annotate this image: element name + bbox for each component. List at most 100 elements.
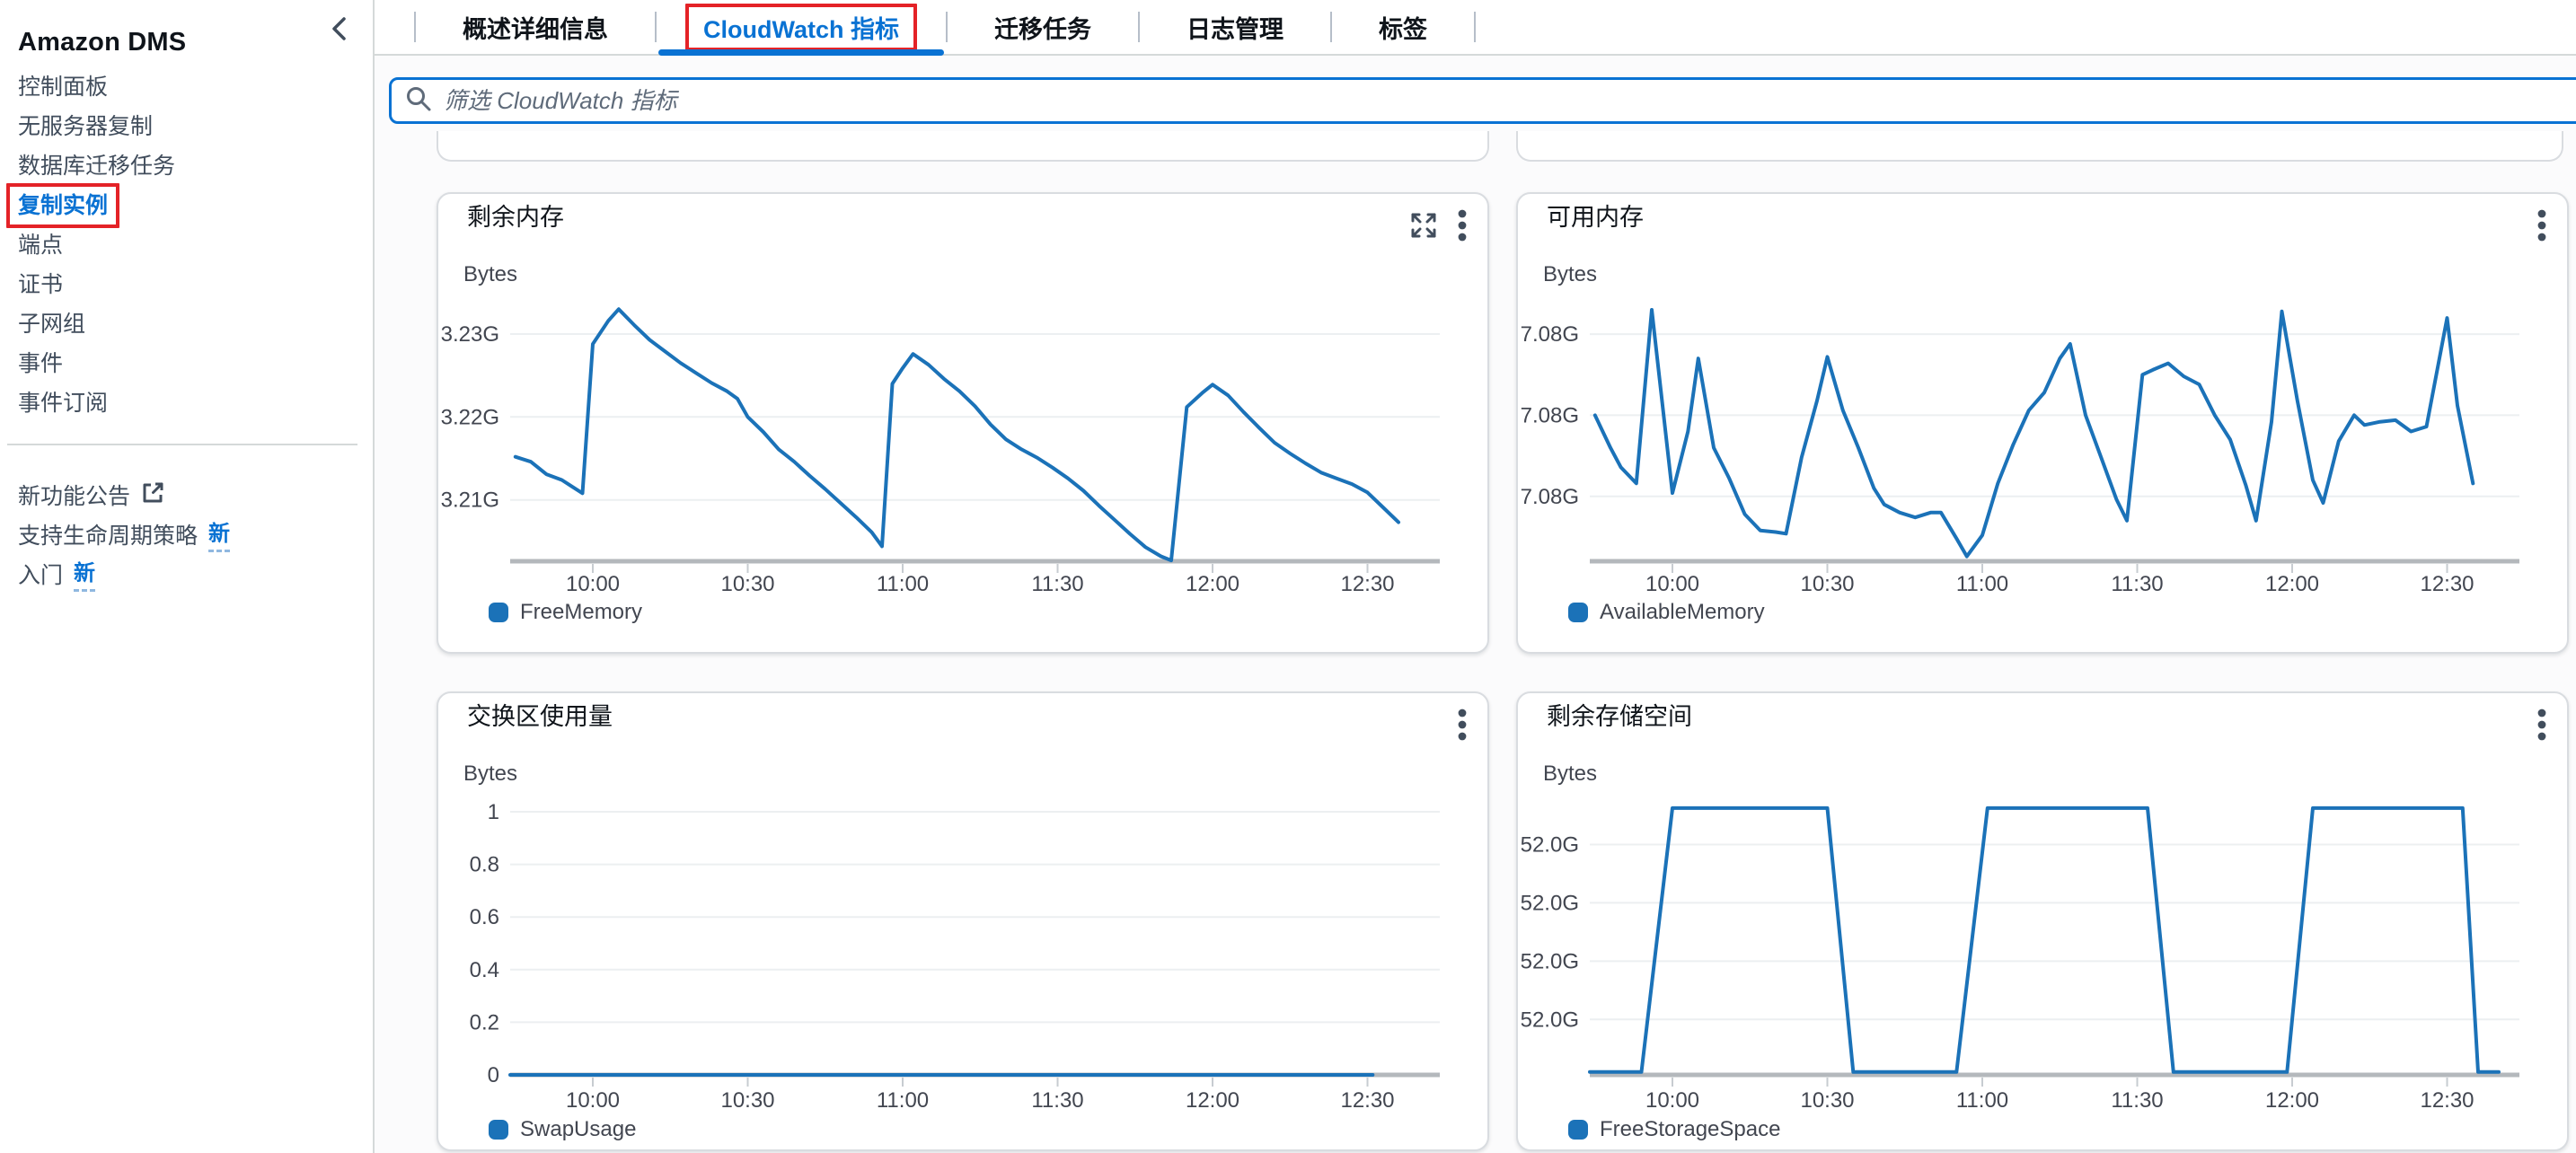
- card-menu-button[interactable]: [2536, 708, 2547, 744]
- y-tick-label: 52.0G: [1521, 949, 1579, 973]
- annotation-box: 复制实例: [6, 183, 119, 228]
- y-tick-label: 3.21G: [441, 488, 499, 513]
- x-tick-label: 11:30: [1031, 1088, 1083, 1113]
- metrics-filter-search: [389, 77, 2576, 124]
- expand-icon: [1408, 210, 1439, 243]
- sidebar-item-label: 复制实例: [18, 193, 108, 218]
- legend-color-dot: [1568, 603, 1588, 622]
- main-content: 概述详细信息CloudWatch 指标迁移任务日志管理标签 剩余内存Bytes3…: [375, 0, 2576, 1153]
- y-tick-label: 3.22G: [441, 405, 499, 429]
- kebab-menu-icon: [1457, 208, 1468, 245]
- y-axis-unit-label: Bytes: [463, 761, 517, 786]
- footer-item-label: 入门: [18, 561, 63, 590]
- amazon-dms-cloudwatch-metrics-page: { "sidebar": { "title": "Amazon DMS", "i…: [0, 0, 2576, 1153]
- metric-card-swap-usage: 交换区使用量Bytes10.80.60.40.2010:0010:3011:00…: [437, 691, 1489, 1151]
- tab-label: 日志管理: [1187, 10, 1284, 45]
- card-menu-button[interactable]: [1457, 208, 1468, 245]
- x-tick-label: 10:00: [1645, 1088, 1699, 1113]
- sidebar-item-subnet-groups[interactable]: 子网组: [18, 310, 85, 339]
- y-tick-label: 0: [488, 1063, 499, 1087]
- y-tick-label: 0.4: [470, 958, 499, 982]
- annotation-box: CloudWatch 指标: [685, 4, 917, 51]
- x-tick-label: 10:30: [1800, 1088, 1854, 1113]
- y-axis-unit-label: Bytes: [463, 262, 517, 286]
- legend-FreeMemory[interactable]: FreeMemory: [489, 600, 642, 625]
- tab-label: 迁移任务: [994, 10, 1091, 45]
- card-actions: [2536, 208, 2547, 245]
- sidebar-item-endpoints[interactable]: 端点: [18, 231, 63, 260]
- sidebar-collapse-button[interactable]: [323, 14, 356, 43]
- sidebar-item-label: 无服务器复制: [18, 114, 153, 139]
- expand-chart-button[interactable]: [1408, 210, 1439, 243]
- legend-label: FreeMemory: [520, 600, 642, 625]
- tab-tags[interactable]: 标签: [1332, 0, 1474, 54]
- footer-item-label: 支持生命周期策略: [18, 522, 198, 550]
- x-tick-label: 12:00: [1186, 1088, 1239, 1113]
- new-badge[interactable]: 新: [208, 520, 230, 552]
- sidebar-item-dashboard[interactable]: 控制面板: [18, 73, 108, 101]
- sidebar-item-replication-instances[interactable]: 复制实例: [18, 191, 108, 220]
- series-line-FreeStorageSpace: [1590, 808, 2499, 1072]
- sidebar-item-events[interactable]: 事件: [18, 349, 63, 378]
- metric-card-free-storage-space: 剩余存储空间Bytes52.0G52.0G52.0G52.0G10:0010:3…: [1516, 691, 2569, 1151]
- x-tick-label: 12:30: [2420, 1088, 2474, 1113]
- sidebar-footer-support-lifecycle-policy[interactable]: 支持生命周期策略新: [18, 520, 230, 552]
- scrolled-card-bottom-right: [1516, 131, 2563, 162]
- y-tick-label: 52.0G: [1521, 891, 1579, 915]
- footer-item-label: 新功能公告: [18, 482, 130, 511]
- x-tick-label: 12:30: [2420, 572, 2474, 596]
- x-tick-label: 11:00: [877, 572, 929, 596]
- sidebar-item-label: 子网组: [18, 312, 85, 337]
- card-actions: [1408, 208, 1468, 245]
- sidebar-footer-whats-new[interactable]: 新功能公告: [18, 480, 165, 512]
- x-tick-label: 10:30: [720, 572, 774, 596]
- sidebar-item-label: 控制面板: [18, 75, 108, 100]
- x-tick-label: 11:30: [2111, 1088, 2163, 1113]
- legend-FreeStorageSpace[interactable]: FreeStorageSpace: [1568, 1117, 1780, 1142]
- search-input[interactable]: [442, 86, 2576, 116]
- tab-migration-tasks[interactable]: 迁移任务: [948, 0, 1138, 54]
- kebab-menu-icon: [1457, 708, 1468, 744]
- x-tick-label: 12:00: [2265, 1088, 2319, 1113]
- x-tick-label: 12:00: [2265, 572, 2319, 596]
- kebab-menu-icon: [2536, 708, 2547, 744]
- sidebar-item-database-migration-tasks[interactable]: 数据库迁移任务: [18, 152, 175, 180]
- y-axis-unit-label: Bytes: [1543, 262, 1597, 286]
- y-tick-label: 7.08G: [1521, 403, 1579, 427]
- card-menu-button[interactable]: [1457, 708, 1468, 744]
- y-tick-label: 52.0G: [1521, 833, 1579, 858]
- legend-color-dot: [489, 603, 508, 622]
- x-tick-label: 11:00: [877, 1088, 929, 1113]
- sidebar-item-serverless-replication[interactable]: 无服务器复制: [18, 112, 153, 141]
- chart-free-storage-space: Bytes52.0G52.0G52.0G52.0G10:0010:3011:00…: [1518, 693, 2571, 1153]
- card-actions: [2536, 708, 2547, 744]
- x-tick-label: 11:30: [1031, 572, 1083, 596]
- metric-card-available-memory: 可用内存Bytes7.08G7.08G7.08G10:0010:3011:001…: [1516, 192, 2569, 654]
- search-icon: [404, 84, 433, 118]
- sidebar-item-event-subscriptions[interactable]: 事件订阅: [18, 389, 108, 418]
- card-title-available-memory: 可用内存: [1547, 202, 1644, 233]
- chevron-left-icon: [329, 32, 350, 46]
- y-tick-label: 7.08G: [1521, 485, 1579, 509]
- tab-overview-details[interactable]: 概述详细信息: [416, 0, 655, 54]
- card-title-free-storage-space: 剩余存储空间: [1547, 701, 1692, 732]
- y-tick-label: 0.6: [470, 905, 499, 929]
- sidebar-item-label: 事件: [18, 351, 63, 376]
- chart-available-memory: Bytes7.08G7.08G7.08G10:0010:3011:0011:30…: [1518, 194, 2571, 656]
- x-tick-label: 11:00: [1956, 572, 2008, 596]
- chart-free-memory: Bytes3.23G3.22G3.21G10:0010:3011:0011:30…: [438, 194, 1491, 656]
- scrolled-card-bottom-left: [437, 131, 1489, 162]
- sidebar-footer-getting-started[interactable]: 入门新: [18, 559, 95, 592]
- legend-label: FreeStorageSpace: [1600, 1117, 1780, 1142]
- x-tick-label: 10:30: [720, 1088, 774, 1113]
- legend-SwapUsage[interactable]: SwapUsage: [489, 1117, 636, 1142]
- legend-AvailableMemory[interactable]: AvailableMemory: [1568, 600, 1765, 625]
- tab-label: CloudWatch 指标: [703, 16, 899, 43]
- sidebar-item-certificates[interactable]: 证书: [18, 270, 63, 299]
- x-tick-label: 10:00: [566, 1088, 620, 1113]
- tab-log-management[interactable]: 日志管理: [1140, 0, 1330, 54]
- tab-cloudwatch-metrics[interactable]: CloudWatch 指标: [657, 0, 946, 54]
- new-badge[interactable]: 新: [74, 559, 95, 592]
- legend-color-dot: [489, 1120, 508, 1140]
- card-menu-button[interactable]: [2536, 208, 2547, 245]
